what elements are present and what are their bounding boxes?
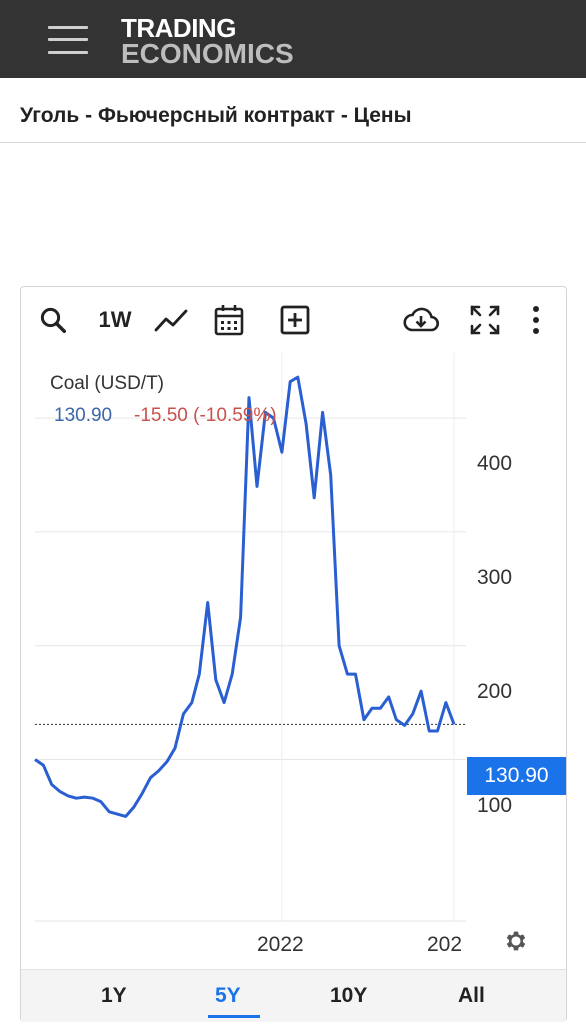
chart-area[interactable] xyxy=(21,353,566,968)
range-10y-button[interactable]: 10Y xyxy=(330,984,367,1008)
y-tick-label: 300 xyxy=(477,566,513,589)
range-all-button[interactable]: All xyxy=(458,984,485,1008)
series-line-coal xyxy=(34,375,456,818)
range-1y-button[interactable]: 1Y xyxy=(101,984,127,1008)
search-icon[interactable] xyxy=(35,301,71,339)
page-title: Уголь - Фьючерсный контракт - Цены xyxy=(20,104,412,127)
price-chart[interactable] xyxy=(21,353,566,968)
chart-toolbar: 1W xyxy=(21,287,566,353)
more-vertical-icon[interactable] xyxy=(523,301,549,339)
cloud-download-icon[interactable] xyxy=(401,301,441,339)
line-chart-icon[interactable] xyxy=(151,301,191,339)
period-1w-button[interactable]: 1W xyxy=(93,301,137,339)
y-tick-label: 200 xyxy=(477,680,513,703)
fullscreen-icon[interactable] xyxy=(467,301,503,339)
range-selector: 1Y 5Y 10Y All xyxy=(21,969,566,1022)
y-tick-label: 400 xyxy=(477,452,513,475)
range-5y-button[interactable]: 5Y xyxy=(215,984,241,1008)
hamburger-menu-icon[interactable] xyxy=(48,24,88,56)
y-tick-label: 100 xyxy=(477,794,513,817)
page-title-bar: Уголь - Фьючерсный контракт - Цены xyxy=(0,78,586,143)
gear-icon[interactable] xyxy=(503,928,529,954)
x-tick-label: 2022 xyxy=(257,933,304,956)
top-navigation-bar: TRADING ECONOMICS xyxy=(0,0,586,78)
x-tick-label: 202 xyxy=(427,933,463,956)
chart-card: 1W Coal (USD/T) 130.90 -15.50 (-10.59%) … xyxy=(20,286,567,1022)
legend-change: -15.50 (-10.59%) xyxy=(134,405,277,426)
legend-series-name: Coal (USD/T) xyxy=(50,373,165,394)
last-price-tag: 130.90 xyxy=(467,757,566,795)
logo-line-2: ECONOMICS xyxy=(121,38,294,69)
calendar-icon[interactable] xyxy=(211,301,247,339)
add-box-icon[interactable] xyxy=(277,301,313,339)
trading-economics-logo[interactable]: TRADING ECONOMICS xyxy=(121,15,294,69)
active-range-underline xyxy=(208,1015,260,1018)
legend-last-value: 130.90 xyxy=(54,405,113,426)
